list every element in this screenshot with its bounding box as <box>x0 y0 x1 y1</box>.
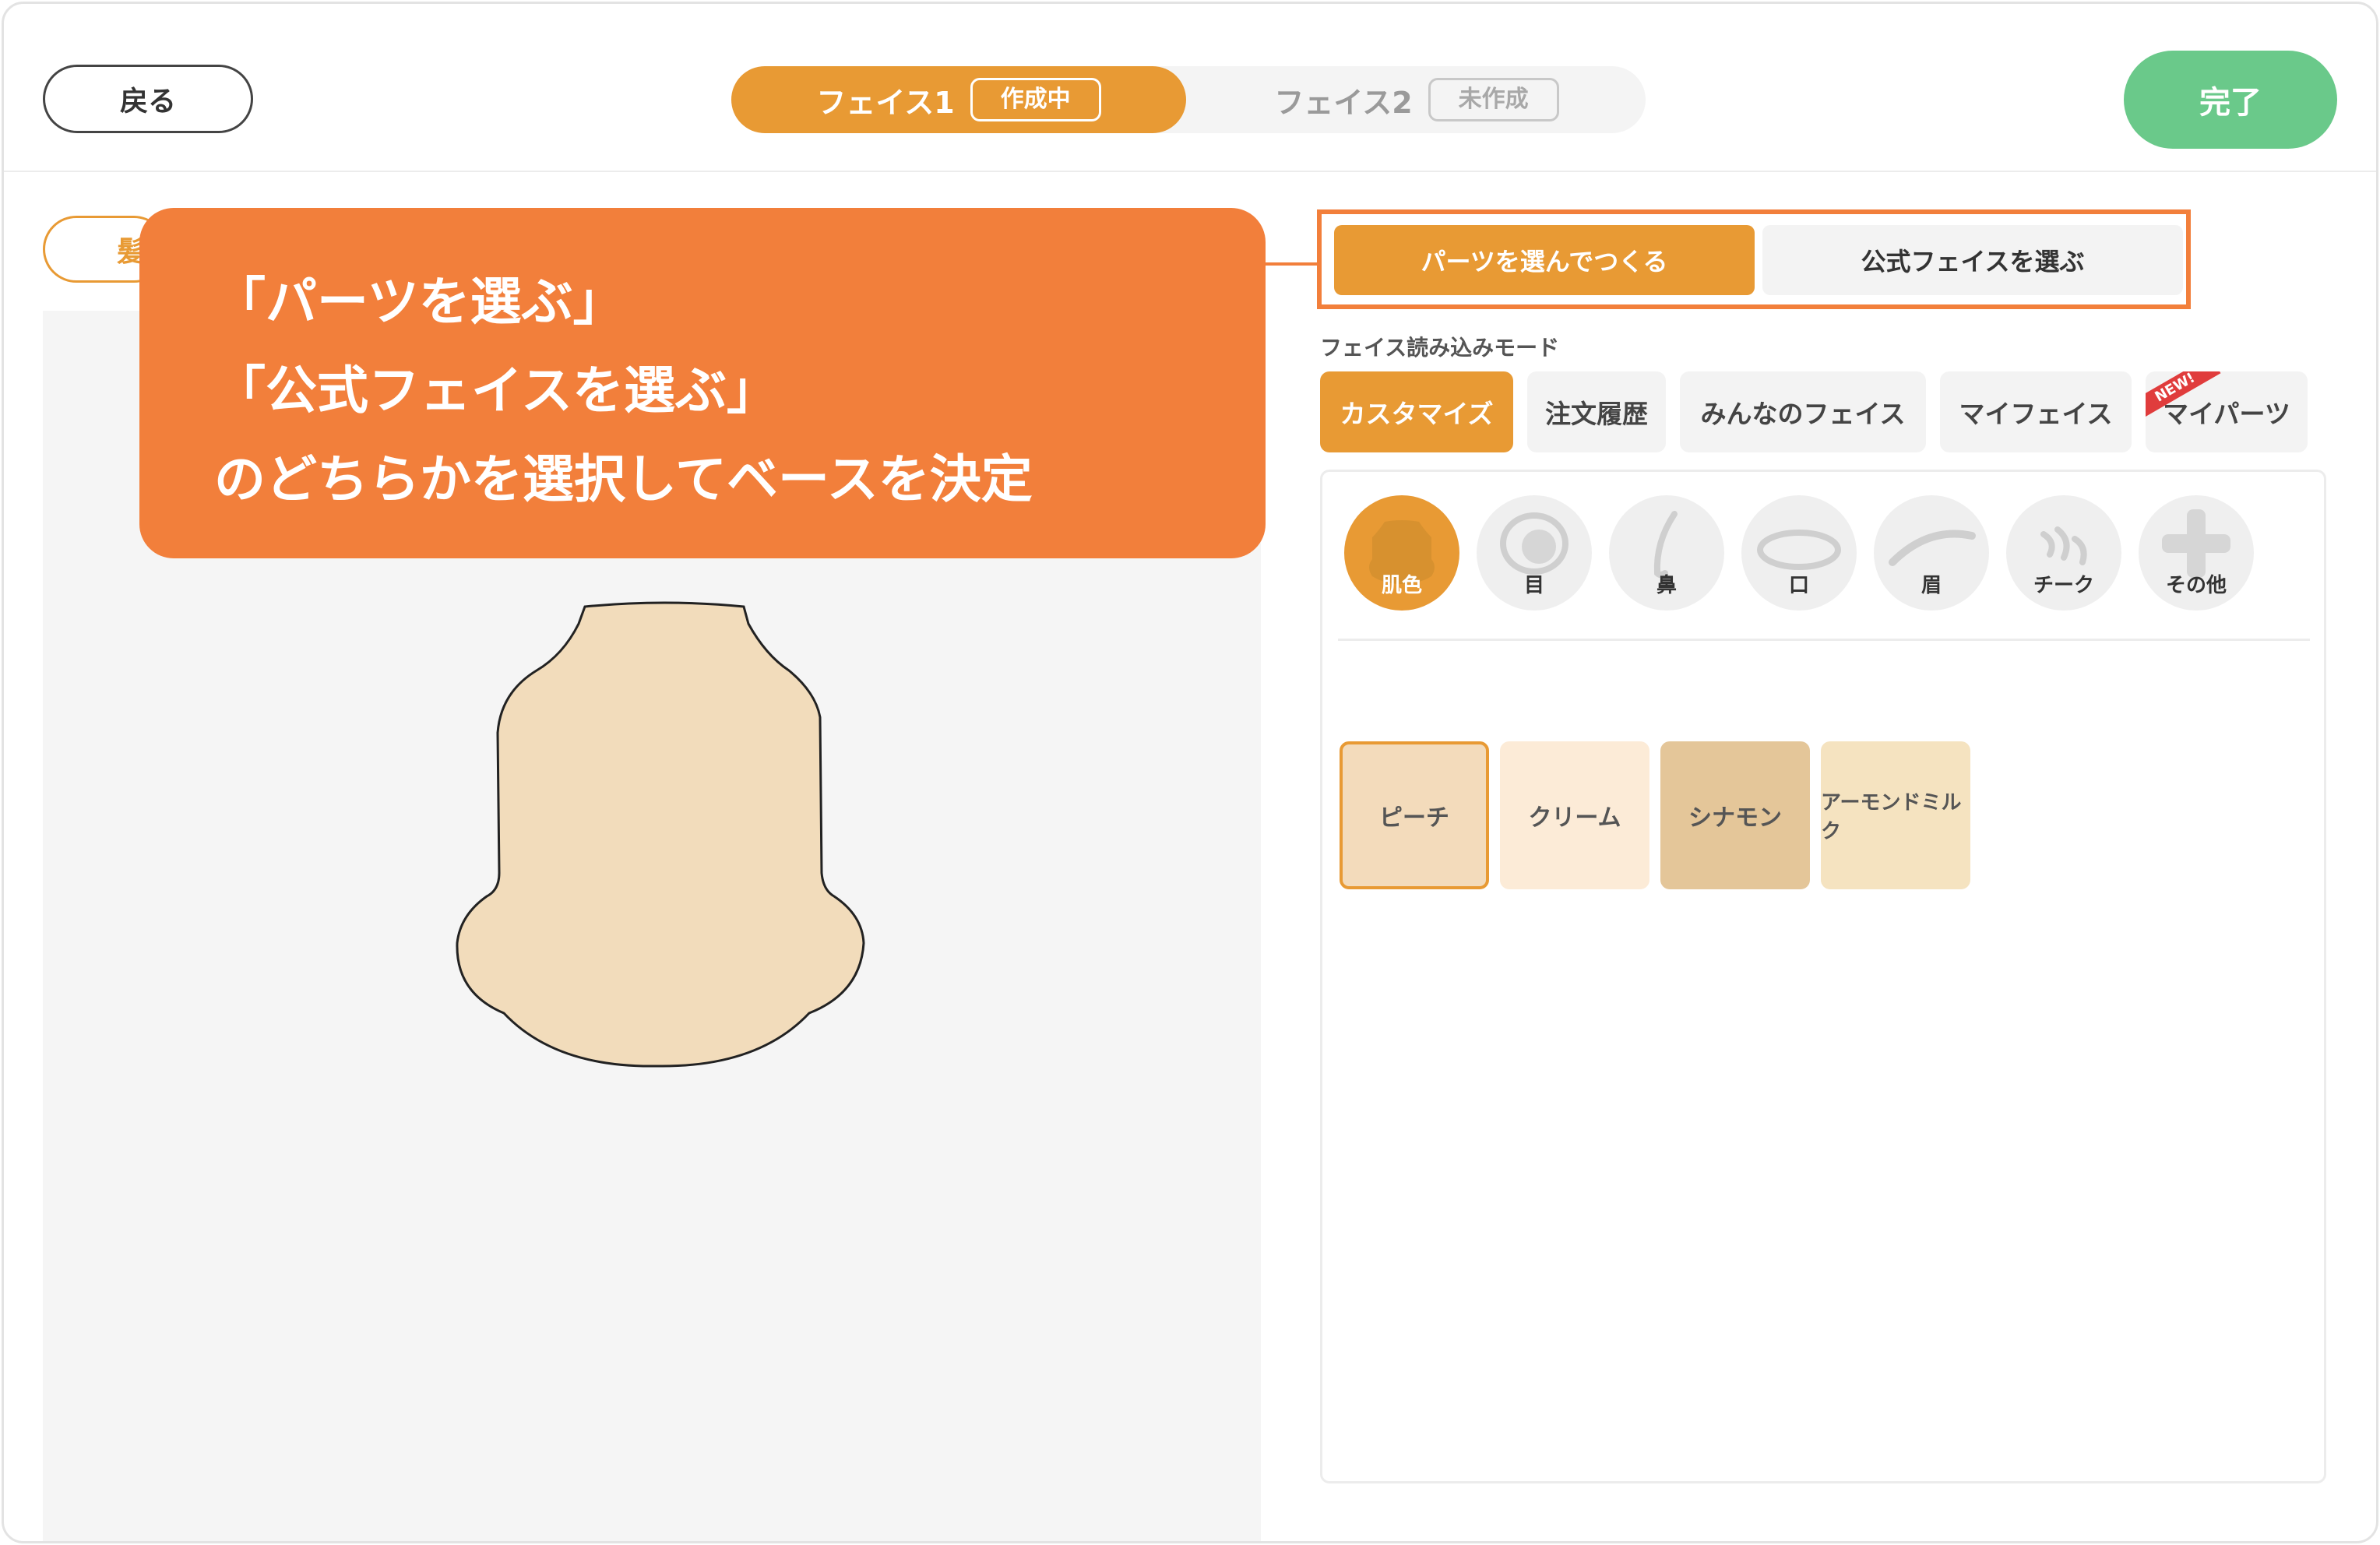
part-category-cheek-label: チーク <box>2033 574 2094 597</box>
callout-line-2: 「公式フェイスを選ぶ」 <box>214 361 779 421</box>
part-category-nose[interactable]: 鼻 <box>1609 495 1724 611</box>
skin-swatch-cinnamon[interactable]: シナモン <box>1660 741 1810 889</box>
mode-official-face-button[interactable]: 公式フェイスを選ぶ <box>1762 225 2183 295</box>
creation-mode-toggle: パーツを選んでつくる 公式フェイスを選ぶ <box>1317 209 2191 309</box>
tab-face-1-status-badge: 作成中 <box>970 78 1101 121</box>
part-category-eyes-label: 目 <box>1523 574 1544 597</box>
tab-face-2[interactable]: フェイス2 未作成 <box>1191 66 1642 133</box>
face-tabs: フェイス1 作成中 フェイス2 未作成 <box>731 66 1646 133</box>
instruction-callout: 「パーツを選ぶ」 「公式フェイスを選ぶ」 のどちらかを選択してベースを決定 <box>139 208 1266 558</box>
part-category-mouth[interactable]: 口 <box>1741 495 1857 611</box>
part-category-nose-label: 鼻 <box>1656 574 1677 597</box>
skin-swatch-peach[interactable]: ピーチ <box>1340 741 1489 889</box>
tab-my-faces[interactable]: マイフェイス <box>1940 371 2132 452</box>
header: 戻る フェイス1 作成中 フェイス2 未作成 完了 <box>4 4 2376 172</box>
load-mode-label: フェイス読み込みモード <box>1320 335 1560 361</box>
tab-face-1[interactable]: フェイス1 作成中 <box>731 66 1186 133</box>
part-category-skin[interactable]: 肌色 <box>1344 495 1459 611</box>
tab-face-1-label: フェイス1 <box>816 85 955 120</box>
part-category-other-label: その他 <box>2165 574 2227 597</box>
callout-line-1: 「パーツを選ぶ」 <box>214 272 625 332</box>
part-category-eyes[interactable]: 目 <box>1477 495 1592 611</box>
part-category-mouth-label: 口 <box>1788 574 1809 597</box>
tab-face-2-label: フェイス2 <box>1274 85 1413 120</box>
tab-my-parts-label: マイパーツ <box>2163 399 2290 429</box>
tab-customize[interactable]: カスタマイズ <box>1320 371 1513 452</box>
app-frame: 戻る フェイス1 作成中 フェイス2 未作成 完了 髪 「パーツを選ぶ」 「公式… <box>2 2 2378 1543</box>
done-button[interactable]: 完了 <box>2124 51 2337 149</box>
part-category-eyebrows-label: 眉 <box>1921 574 1942 597</box>
face-base-shape <box>456 601 865 1068</box>
tab-everyones-faces[interactable]: みんなのフェイス <box>1680 371 1926 452</box>
callout-line-3: のどちらかを選択してベースを決定 <box>214 449 1033 509</box>
tab-my-parts[interactable]: NEW! マイパーツ <box>2146 371 2308 452</box>
part-category-other[interactable]: その他 <box>2139 495 2254 611</box>
part-category-eyebrows[interactable]: 眉 <box>1874 495 1989 611</box>
part-category-cheek[interactable]: チーク <box>2006 495 2121 611</box>
skin-swatch-almond-milk[interactable]: アーモンドミルク <box>1821 741 1970 889</box>
face-outline <box>456 601 865 1068</box>
tab-face-2-status-badge: 未作成 <box>1428 78 1559 121</box>
part-category-skin-label: 肌色 <box>1381 574 1422 597</box>
skin-swatch-cream[interactable]: クリーム <box>1500 741 1649 889</box>
parts-panel: 肌色 目 鼻 口 眉 チーク その他 ピーチ クリーム シナモン アーモンドミル… <box>1320 470 2326 1483</box>
mode-build-from-parts-button[interactable]: パーツを選んでつくる <box>1334 225 1755 295</box>
callout-pointer <box>1266 262 1317 266</box>
back-button[interactable]: 戻る <box>43 65 253 133</box>
parts-divider <box>1338 639 2310 641</box>
tab-order-history[interactable]: 注文履歴 <box>1527 371 1666 452</box>
